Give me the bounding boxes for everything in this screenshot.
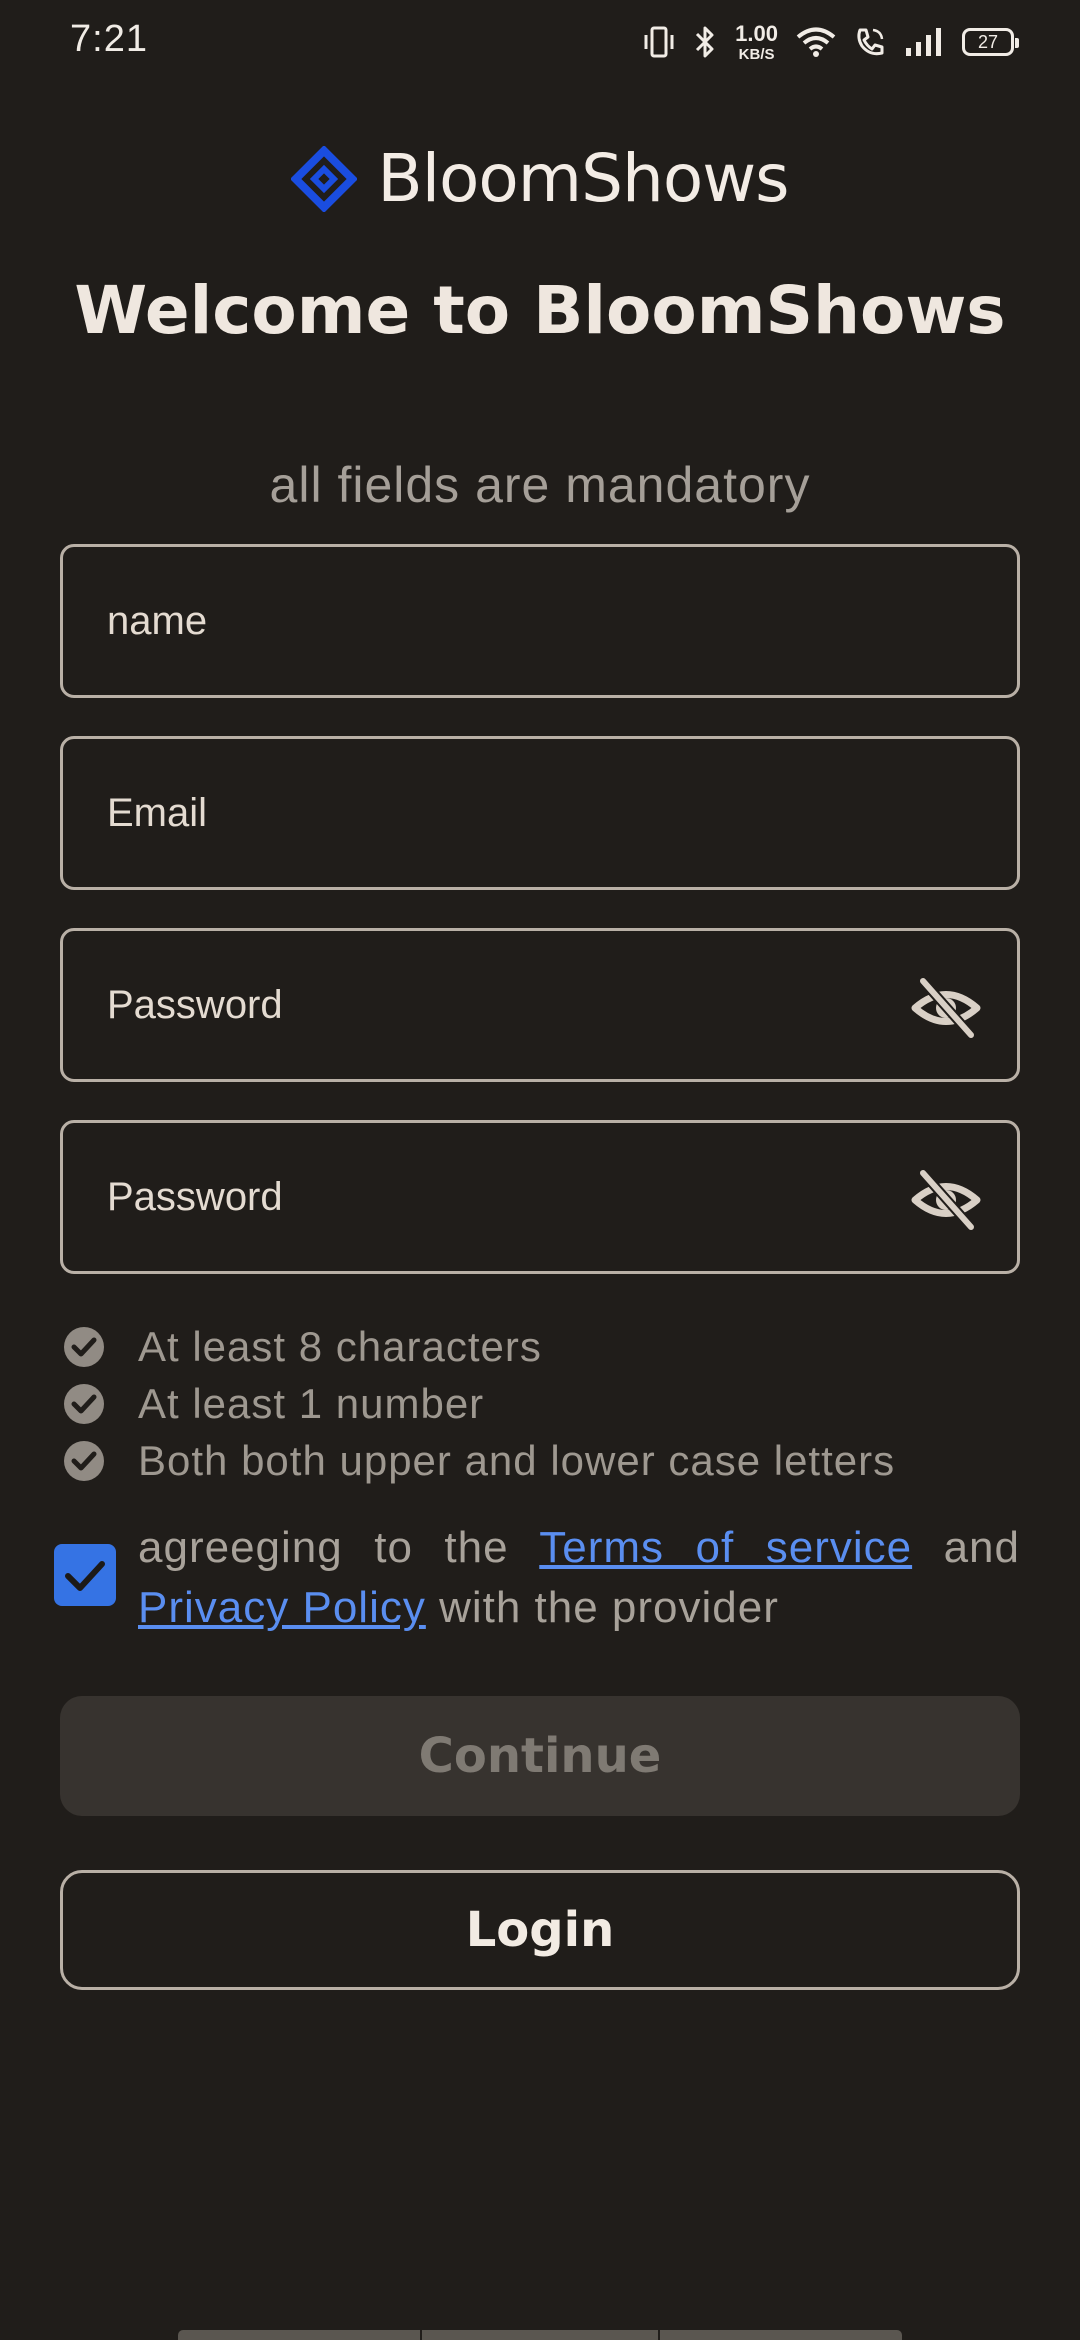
network-speed-value: 1.00 bbox=[735, 20, 778, 46]
network-speed: 1.00 KB/S bbox=[735, 20, 778, 63]
status-bar: 7:21 1.00 KB/S 27 bbox=[0, 0, 1080, 84]
battery-indicator: 27 bbox=[962, 28, 1019, 56]
brand-logo: BloomShows bbox=[0, 140, 1080, 217]
check-circle-icon bbox=[64, 1327, 104, 1367]
check-circle-icon bbox=[64, 1384, 104, 1424]
requirement-item: At least 1 number bbox=[62, 1379, 484, 1429]
form-hint: all fields are mandatory bbox=[269, 457, 811, 513]
terms-middle: and bbox=[912, 1523, 1020, 1572]
eye-off-icon[interactable] bbox=[911, 1167, 981, 1233]
terms-agreement-text: agreeging to the Terms of service and Pr… bbox=[138, 1518, 1020, 1638]
login-button[interactable]: Login bbox=[60, 1870, 1020, 1990]
password-input[interactable] bbox=[107, 931, 927, 1079]
confirm-password-field[interactable] bbox=[60, 1120, 1020, 1274]
requirement-text: At least 1 number bbox=[138, 1380, 485, 1427]
confirm-password-input[interactable] bbox=[107, 1123, 927, 1271]
terms-suffix: with the provider bbox=[425, 1583, 779, 1632]
signup-screen: 7:21 1.00 KB/S 27 BloomShows Welcome to … bbox=[0, 0, 1080, 2340]
privacy-policy-link[interactable]: Privacy Policy bbox=[138, 1583, 426, 1632]
password-field[interactable] bbox=[60, 928, 1020, 1082]
bloomshows-logo-icon bbox=[291, 145, 358, 212]
name-field[interactable] bbox=[60, 544, 1020, 698]
email-field[interactable] bbox=[60, 736, 1020, 890]
wifi-calling-icon bbox=[857, 28, 884, 56]
continue-button[interactable]: Continue bbox=[60, 1696, 1020, 1816]
navbar-divider bbox=[658, 2330, 660, 2340]
page-title: Welcome to BloomShows bbox=[74, 272, 1006, 349]
requirement-item: At least 8 characters bbox=[62, 1322, 542, 1372]
brand-name: BloomShows bbox=[377, 140, 789, 217]
network-speed-unit: KB/S bbox=[738, 45, 775, 63]
navigation-bar[interactable] bbox=[178, 2330, 902, 2340]
bluetooth-icon bbox=[696, 26, 714, 58]
terms-prefix: agreeging to the bbox=[138, 1523, 540, 1572]
requirement-text: At least 8 characters bbox=[138, 1323, 542, 1370]
requirement-text: Both both upper and lower case letters bbox=[138, 1437, 896, 1484]
terms-checkbox[interactable] bbox=[54, 1544, 116, 1606]
navbar-divider bbox=[420, 2330, 422, 2340]
signal-icon bbox=[906, 28, 941, 56]
email-input[interactable] bbox=[107, 739, 927, 887]
terms-of-service-link[interactable]: Terms of service bbox=[539, 1523, 912, 1572]
status-icons: 1.00 KB/S 27 bbox=[643, 20, 1019, 64]
eye-off-icon[interactable] bbox=[911, 975, 981, 1041]
vibrate-icon bbox=[644, 26, 674, 58]
check-circle-icon bbox=[64, 1441, 104, 1481]
wifi-icon bbox=[796, 27, 836, 57]
name-input[interactable] bbox=[107, 547, 927, 695]
requirement-item: Both both upper and lower case letters bbox=[62, 1436, 895, 1486]
checkmark-icon bbox=[65, 1561, 105, 1591]
status-time: 7:21 bbox=[70, 18, 148, 60]
